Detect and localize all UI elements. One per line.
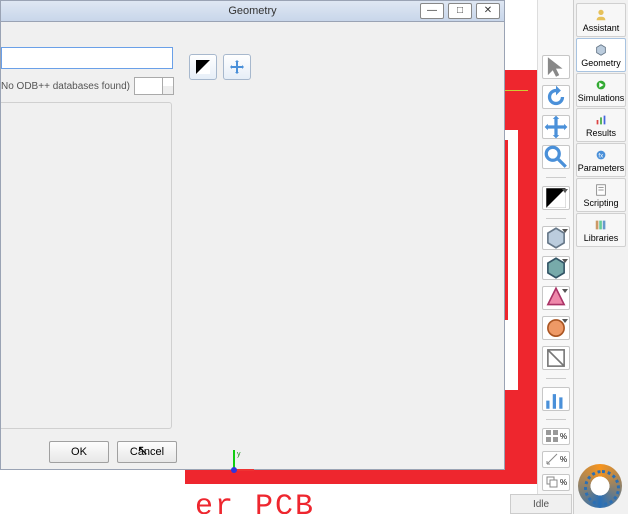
pyramid-tool[interactable] (542, 286, 570, 310)
clip-tool[interactable] (542, 346, 570, 370)
svg-text:fx: fx (598, 152, 603, 159)
contrast-tool[interactable] (542, 186, 570, 210)
nav-geometry[interactable]: Geometry (576, 38, 626, 72)
pan-button[interactable] (223, 54, 251, 80)
ok-button[interactable]: OK (49, 441, 109, 463)
move-tool[interactable] (542, 115, 570, 139)
cursor-tool[interactable] (542, 55, 570, 79)
cube-shaded-tool[interactable] (542, 256, 570, 280)
grid-tool[interactable]: % (542, 428, 570, 445)
copy-tool[interactable]: % (542, 474, 570, 491)
axis-gizmo[interactable]: y (226, 448, 256, 478)
nav-parameters[interactable]: fx Parameters (576, 143, 626, 177)
nav-label: Simulations (578, 93, 625, 103)
status-text: Idle (533, 499, 549, 510)
zoom-tool[interactable] (542, 145, 570, 169)
nav-label: Assistant (583, 23, 620, 33)
svg-text:y: y (237, 451, 241, 458)
sphere-tool[interactable] (542, 316, 570, 340)
cube-tool[interactable] (542, 226, 570, 250)
path-input[interactable] (1, 47, 173, 69)
view-toolstrip: % % % % (537, 0, 574, 514)
nav-label: Libraries (584, 233, 619, 243)
nav-label: Geometry (581, 58, 621, 68)
nav-label: Results (586, 128, 616, 138)
odb-message: No ODB++ databases found) (1, 81, 130, 92)
cancel-button[interactable]: Cancel (117, 441, 177, 463)
db-spinner[interactable] (134, 77, 174, 95)
nav-column: Assistant Geometry Simulations Results f… (573, 0, 628, 514)
layers-panel[interactable] (1, 102, 172, 429)
nav-label: Parameters (578, 163, 625, 173)
refresh-tool[interactable] (542, 85, 570, 109)
status-bar: Idle (510, 494, 572, 514)
nav-simulations[interactable]: Simulations (576, 73, 626, 107)
desktop: y er PCB % % % % Assistant Geometry Simu… (0, 0, 628, 514)
nav-libraries[interactable]: Libraries (576, 213, 626, 247)
pcb-label: er PCB (195, 490, 315, 514)
contrast-button[interactable] (189, 54, 217, 80)
nav-scripting[interactable]: Scripting (576, 178, 626, 212)
maximize-button[interactable]: □ (448, 3, 472, 19)
nav-results[interactable]: Results (576, 108, 626, 142)
geometry-dialog: Geometry — □ ✕ No ODB++ databases found)… (0, 0, 505, 470)
app-logo (578, 464, 626, 512)
nav-assistant[interactable]: Assistant (576, 3, 626, 37)
dialog-titlebar[interactable]: Geometry — □ ✕ (1, 1, 504, 22)
nav-label: Scripting (583, 198, 618, 208)
close-button[interactable]: ✕ (476, 3, 500, 19)
dim-tool[interactable]: % (542, 451, 570, 468)
dialog-title: Geometry (228, 5, 276, 17)
minimize-button[interactable]: — (420, 3, 444, 19)
bars-tool[interactable] (542, 387, 570, 411)
